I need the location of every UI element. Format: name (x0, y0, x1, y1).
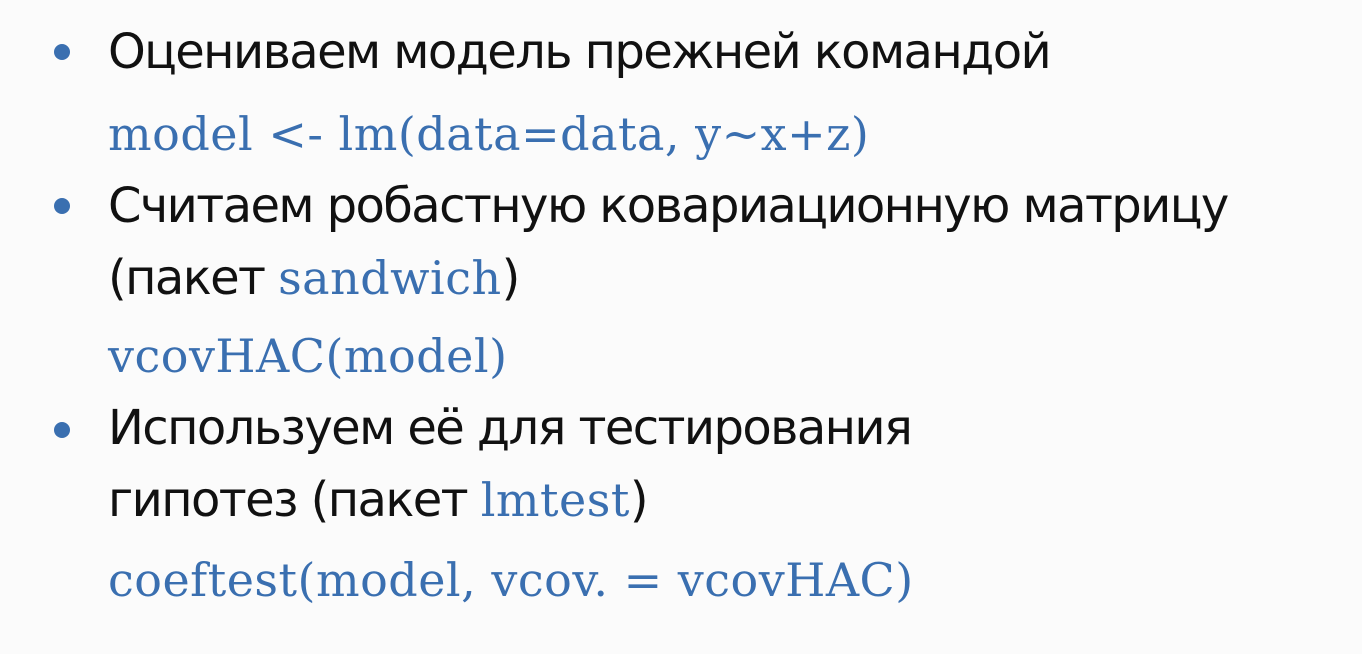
bullet-2 (54, 198, 70, 214)
package-name-lmtest: lmtest (480, 473, 630, 527)
code-line-2: vcovHAC(model) (108, 329, 508, 383)
bullet-text-1: Оцениваем модель прежней командой (108, 24, 1052, 80)
bullet-1 (54, 44, 70, 60)
bullet-text-2-suffix: ) (501, 250, 521, 306)
code-line-3: coeftest(model, vcov. = vcovHAC) (108, 553, 914, 607)
bullet-text-3-line-2: гипотез (пакет lmtest) (108, 470, 649, 530)
code-line-1: model <- lm(data=data, y~x+z) (108, 107, 870, 161)
bullet-3 (54, 422, 70, 438)
bullet-text-3-prefix: гипотез (пакет (108, 472, 481, 528)
bullet-text-2: Считаем робастную ковариационную матрицу (108, 178, 1229, 234)
bullet-text-3-suffix: ) (629, 472, 649, 528)
bullet-text-2-line-2: (пакет sandwich) (108, 248, 521, 308)
bullet-text-2-prefix: (пакет (108, 250, 279, 306)
slide: Оцениваем модель прежней командой model … (0, 0, 1362, 654)
bullet-text-3: Используем её для тестирования (108, 400, 913, 456)
package-name-sandwich: sandwich (278, 251, 502, 305)
